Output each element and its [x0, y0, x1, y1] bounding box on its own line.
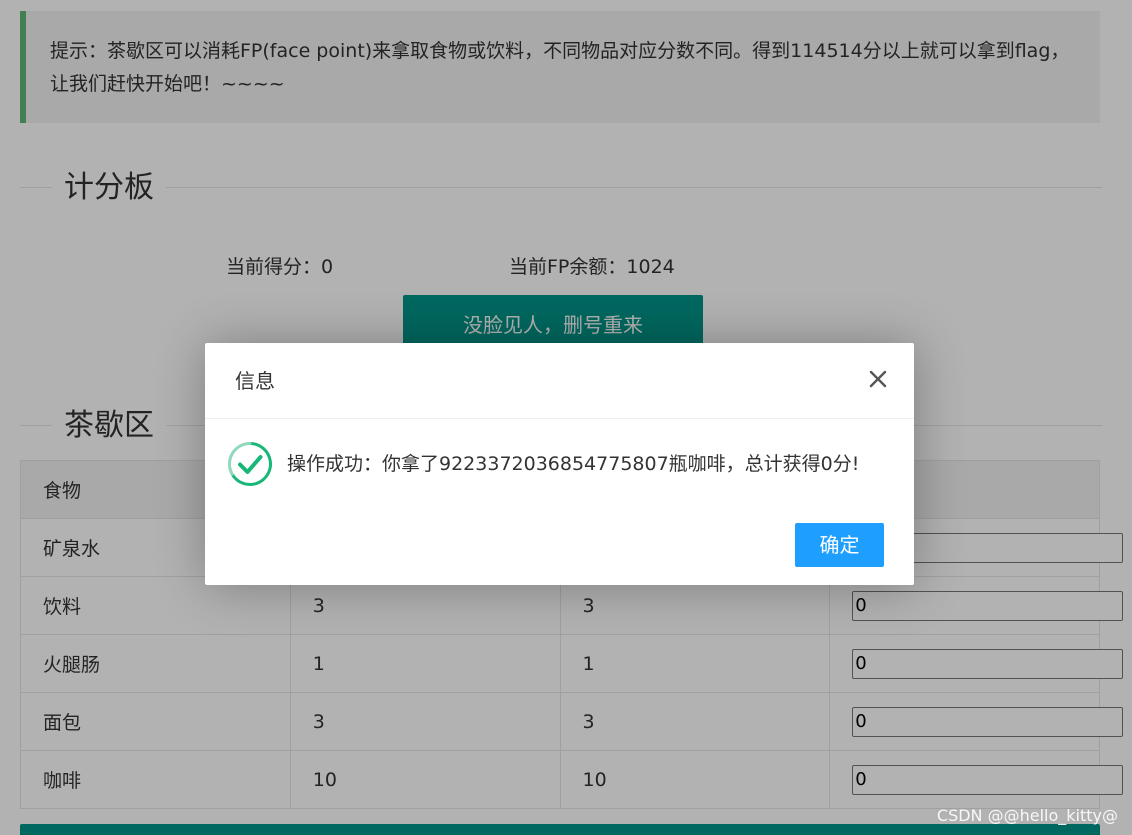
confirm-button[interactable]: 确定	[795, 523, 884, 567]
watermark: CSDN @@hello_kitty@	[936, 806, 1118, 825]
close-icon[interactable]	[866, 367, 890, 391]
dialog-title: 信息	[205, 343, 914, 419]
info-dialog: 信息 操作成功：你拿了9223372036854775807瓶咖啡，总计获得0分…	[205, 343, 914, 585]
dialog-message: 操作成功：你拿了9223372036854775807瓶咖啡，总计获得0分!	[287, 453, 860, 475]
dialog-body: 操作成功：你拿了9223372036854775807瓶咖啡，总计获得0分!	[227, 439, 894, 489]
success-check-icon	[227, 442, 272, 486]
